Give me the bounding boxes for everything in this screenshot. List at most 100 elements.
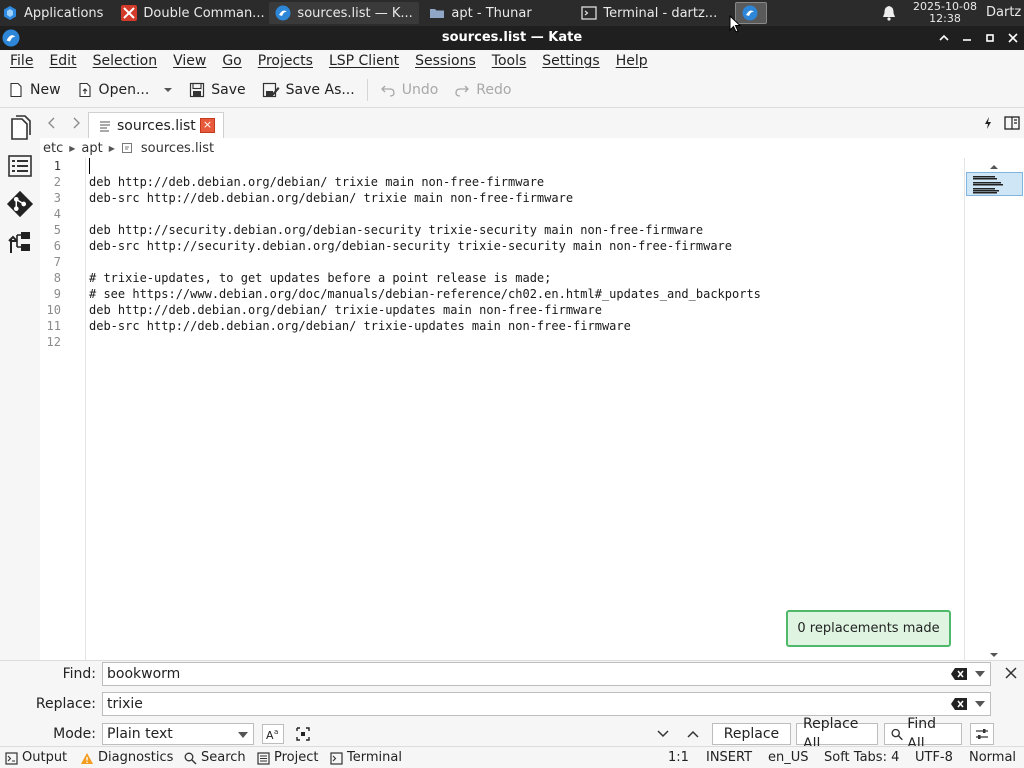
line-number: 4 bbox=[53, 207, 61, 221]
svg-text:a: a bbox=[274, 728, 278, 736]
minimap-viewport[interactable] bbox=[966, 172, 1023, 196]
documents-panel-button[interactable] bbox=[6, 114, 34, 142]
new-button[interactable]: New bbox=[0, 76, 69, 104]
scroll-up-button[interactable] bbox=[989, 160, 999, 169]
save-button[interactable]: Save bbox=[181, 76, 253, 104]
undo-button[interactable]: Undo bbox=[372, 76, 447, 104]
documents-icon bbox=[11, 115, 31, 140]
find-input[interactable]: bookworm bbox=[102, 662, 991, 686]
encoding-selector[interactable]: UTF-8 bbox=[915, 747, 953, 768]
code-line[interactable]: deb http://security.debian.org/debian-se… bbox=[89, 222, 703, 238]
menu-view[interactable]: View bbox=[165, 53, 214, 69]
open-button[interactable]: Open... bbox=[69, 76, 152, 104]
code-line[interactable]: deb http://deb.debian.org/debian/ trixie… bbox=[89, 174, 544, 190]
project-panel-button[interactable] bbox=[6, 228, 34, 256]
tab-sources-list[interactable]: sources.list × bbox=[88, 112, 224, 138]
menu-settings[interactable]: Settings bbox=[534, 53, 607, 69]
replace-input[interactable]: trixie bbox=[102, 692, 991, 716]
search-panel-button[interactable]: Search bbox=[184, 747, 246, 768]
terminal-panel-button[interactable]: Terminal bbox=[330, 747, 402, 768]
user-name[interactable]: Dartz bbox=[986, 0, 1021, 26]
menu-go[interactable]: Go bbox=[214, 53, 249, 69]
clear-find-icon[interactable] bbox=[950, 666, 968, 682]
clock[interactable]: 2025-10-08 12:38 bbox=[908, 1, 982, 25]
indentation-settings[interactable]: Soft Tabs: 4 bbox=[824, 747, 899, 768]
window-keep-above-button[interactable] bbox=[935, 29, 953, 47]
minimap-scrollbar[interactable] bbox=[964, 158, 1024, 660]
breadcrumb-item[interactable]: apt bbox=[81, 141, 102, 156]
menu-selection[interactable]: Selection bbox=[85, 53, 166, 69]
taskbar-window-label: Terminal - dartz... bbox=[603, 5, 718, 21]
view-mode-selector[interactable]: Normal bbox=[969, 747, 1016, 768]
taskbar-window-kate[interactable]: sources.list — K... bbox=[269, 2, 420, 24]
pin-icon bbox=[985, 117, 991, 129]
applications-label: Applications bbox=[24, 5, 104, 21]
scroll-down-button[interactable] bbox=[989, 648, 999, 657]
search-icon bbox=[184, 752, 197, 764]
save-as-button[interactable]: Save As... bbox=[254, 76, 363, 104]
menu-lsp-client[interactable]: LSP Client bbox=[321, 53, 407, 69]
tab-back-button[interactable] bbox=[46, 116, 58, 130]
replace-all-button[interactable]: Replace All bbox=[796, 716, 878, 752]
find-history-dropdown[interactable] bbox=[975, 671, 985, 677]
replace-button[interactable]: Replace bbox=[712, 723, 791, 745]
undo-button-label: Undo bbox=[401, 81, 439, 98]
line-number-gutter[interactable]: 1 2 3 4 5 6 7 8 9 10 11 12 bbox=[40, 158, 86, 660]
code-line[interactable]: # trixie-updates, to get updates before … bbox=[89, 270, 551, 286]
close-find-panel-button[interactable] bbox=[1004, 666, 1018, 680]
replace-history-dropdown[interactable] bbox=[975, 701, 985, 707]
menu-help[interactable]: Help bbox=[608, 53, 656, 69]
taskbar-window-thunar[interactable]: apt - Thunar bbox=[423, 2, 571, 24]
applications-menu[interactable]: Applications bbox=[0, 0, 109, 26]
code-line[interactable]: deb-src http://deb.debian.org/debian/ tr… bbox=[89, 318, 631, 334]
redo-button[interactable]: Redo bbox=[446, 76, 519, 104]
menu-edit[interactable]: Edit bbox=[41, 53, 84, 69]
find-previous-button[interactable] bbox=[684, 724, 702, 744]
new-button-label: New bbox=[30, 81, 61, 98]
open-recent-dropdown[interactable] bbox=[151, 76, 181, 104]
tab-forward-button[interactable] bbox=[70, 116, 82, 130]
match-case-toggle[interactable]: Aa bbox=[262, 724, 284, 744]
symbols-panel-button[interactable] bbox=[6, 152, 34, 180]
code-line[interactable]: deb http://deb.debian.org/debian/ trixie… bbox=[89, 302, 602, 318]
find-all-button[interactable]: Find All bbox=[884, 716, 962, 752]
input-mode[interactable]: INSERT bbox=[706, 747, 752, 768]
menu-tools[interactable]: Tools bbox=[484, 53, 535, 69]
git-panel-button[interactable] bbox=[6, 190, 34, 218]
output-panel-button[interactable]: Output bbox=[5, 747, 67, 768]
project-icon bbox=[257, 751, 270, 765]
find-next-button[interactable] bbox=[654, 724, 672, 744]
quick-open-button[interactable] bbox=[982, 116, 994, 130]
taskbar-window-doublecmd[interactable]: Double Comman... bbox=[115, 2, 265, 24]
selection-only-toggle[interactable] bbox=[294, 725, 312, 743]
window-titlebar[interactable]: sources.list — Kate bbox=[0, 26, 1024, 50]
clear-replace-icon[interactable] bbox=[950, 696, 968, 712]
chevron-up-icon bbox=[687, 730, 699, 738]
breadcrumb-item[interactable]: etc bbox=[43, 141, 63, 156]
line-number: 5 bbox=[53, 223, 61, 237]
menu-file[interactable]: File bbox=[2, 53, 41, 69]
code-line[interactable]: deb-src http://deb.debian.org/debian/ tr… bbox=[89, 190, 573, 206]
menu-projects[interactable]: Projects bbox=[250, 53, 321, 69]
window-close-button[interactable] bbox=[1004, 29, 1022, 47]
window-maximize-button[interactable] bbox=[981, 29, 999, 47]
diagnostics-panel-button[interactable]: Diagnostics bbox=[80, 747, 173, 768]
save-button-label: Save bbox=[211, 81, 246, 98]
code-line[interactable]: # see https://www.debian.org/doc/manuals… bbox=[89, 286, 761, 302]
tab-close-button[interactable]: × bbox=[200, 118, 215, 133]
dictionary-language[interactable]: en_US bbox=[768, 747, 809, 768]
search-options-button[interactable] bbox=[970, 723, 994, 745]
split-view-button[interactable] bbox=[1004, 116, 1020, 130]
menu-sessions[interactable]: Sessions bbox=[407, 53, 484, 69]
search-mode-select[interactable]: Plain text bbox=[102, 723, 254, 745]
project-panel-toggle[interactable]: Project bbox=[257, 747, 318, 768]
cursor-position[interactable]: 1:1 bbox=[668, 747, 689, 768]
code-line[interactable]: deb-src http://security.debian.org/debia… bbox=[89, 238, 732, 254]
window-minimize-button[interactable] bbox=[958, 29, 976, 47]
notification-bell-icon[interactable] bbox=[880, 4, 898, 22]
mode-label: Mode: bbox=[53, 726, 96, 742]
breadcrumb-item[interactable]: sources.list bbox=[141, 141, 214, 156]
line-number: 10 bbox=[46, 303, 61, 317]
taskbar-window-terminal[interactable]: Terminal - dartz... bbox=[575, 2, 731, 24]
editor-area[interactable]: 1 2 3 4 5 6 7 8 9 10 11 12 deb http://de… bbox=[40, 158, 964, 660]
